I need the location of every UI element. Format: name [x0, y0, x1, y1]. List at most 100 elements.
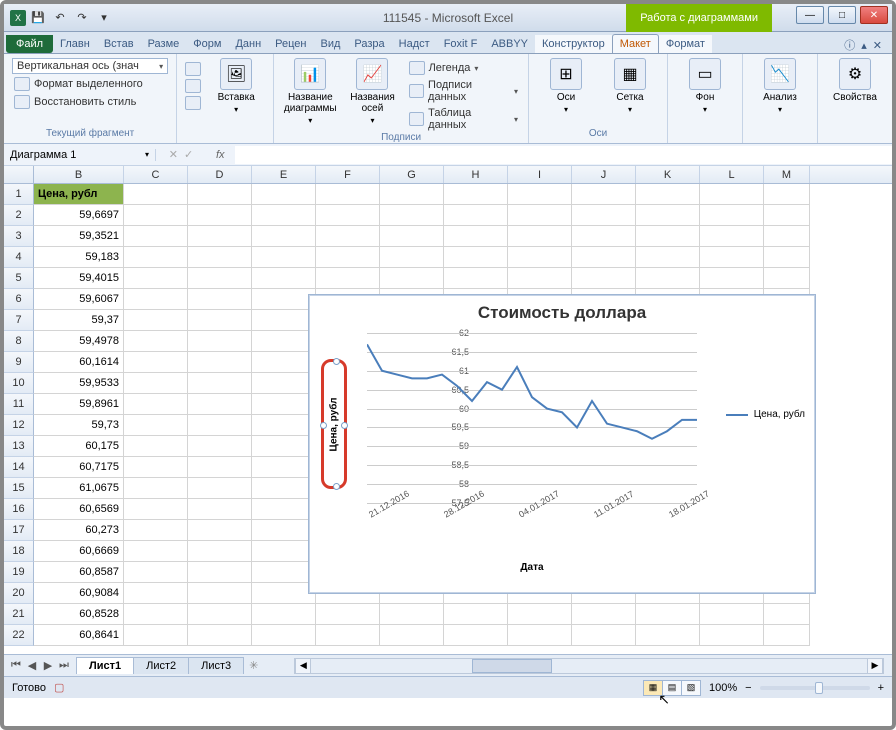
- column-header-B[interactable]: B: [34, 166, 124, 183]
- row-header-7[interactable]: 7: [4, 310, 34, 331]
- cell-B18[interactable]: 60,6669: [34, 541, 124, 562]
- hscroll-thumb[interactable]: [472, 659, 552, 673]
- cell-C15[interactable]: [124, 478, 188, 499]
- cell-G21[interactable]: [380, 604, 444, 625]
- row-header-19[interactable]: 19: [4, 562, 34, 583]
- cell-B21[interactable]: 60,8528: [34, 604, 124, 625]
- new-sheet-icon[interactable]: ✳: [243, 659, 264, 672]
- cell-H1[interactable]: [444, 184, 508, 205]
- cell-F22[interactable]: [316, 625, 380, 646]
- row-header-20[interactable]: 20: [4, 583, 34, 604]
- cell-L3[interactable]: [700, 226, 764, 247]
- cell-I1[interactable]: [508, 184, 572, 205]
- cell-B16[interactable]: 60,6569: [34, 499, 124, 520]
- cell-B2[interactable]: 59,6697: [34, 205, 124, 226]
- cell-D22[interactable]: [188, 625, 252, 646]
- name-box[interactable]: Диаграмма 1▾: [4, 149, 156, 161]
- cell-L5[interactable]: [700, 268, 764, 289]
- cell-I4[interactable]: [508, 247, 572, 268]
- cell-M4[interactable]: [764, 247, 810, 268]
- minimize-ribbon-icon[interactable]: ▴: [861, 39, 867, 52]
- insert-shapes-icon[interactable]: [185, 79, 201, 93]
- cell-C16[interactable]: [124, 499, 188, 520]
- cell-D20[interactable]: [188, 583, 252, 604]
- cell-C17[interactable]: [124, 520, 188, 541]
- select-all-corner[interactable]: [4, 166, 34, 183]
- minimize-button[interactable]: —: [796, 6, 824, 24]
- cell-C13[interactable]: [124, 436, 188, 457]
- gridlines-button[interactable]: ▦Сетка▾: [601, 58, 659, 114]
- cell-D11[interactable]: [188, 394, 252, 415]
- cell-D14[interactable]: [188, 457, 252, 478]
- cell-C11[interactable]: [124, 394, 188, 415]
- cell-E7[interactable]: [252, 310, 316, 331]
- cell-G5[interactable]: [380, 268, 444, 289]
- insert-picture-icon[interactable]: [185, 62, 201, 76]
- cell-I21[interactable]: [508, 604, 572, 625]
- cell-L21[interactable]: [700, 604, 764, 625]
- column-header-C[interactable]: C: [124, 166, 188, 183]
- cancel-formula-icon[interactable]: ✕: [169, 148, 178, 161]
- legend-button[interactable]: Легенда▾: [407, 60, 520, 76]
- cell-H21[interactable]: [444, 604, 508, 625]
- chart-object[interactable]: Стоимость доллара Цена, рубл 6261,56160,…: [308, 294, 816, 594]
- cell-B3[interactable]: 59,3521: [34, 226, 124, 247]
- cell-E2[interactable]: [252, 205, 316, 226]
- cell-C1[interactable]: [124, 184, 188, 205]
- cell-B8[interactable]: 59,4978: [34, 331, 124, 352]
- cell-C4[interactable]: [124, 247, 188, 268]
- cell-C19[interactable]: [124, 562, 188, 583]
- cell-I3[interactable]: [508, 226, 572, 247]
- cell-C12[interactable]: [124, 415, 188, 436]
- cell-C20[interactable]: [124, 583, 188, 604]
- row-header-16[interactable]: 16: [4, 499, 34, 520]
- data-table-button[interactable]: Таблица данных▾: [407, 106, 520, 132]
- tab-chart-layout[interactable]: Макет: [612, 34, 659, 53]
- sheet-tab-2[interactable]: Лист2: [133, 657, 189, 674]
- sheet-nav-prev-icon[interactable]: ◀: [24, 659, 40, 672]
- cell-G3[interactable]: [380, 226, 444, 247]
- sheet-nav-last-icon[interactable]: ⏭: [56, 659, 72, 672]
- cell-F2[interactable]: [316, 205, 380, 226]
- column-header-F[interactable]: F: [316, 166, 380, 183]
- view-normal-icon[interactable]: ▦: [643, 680, 663, 696]
- cell-B13[interactable]: 60,175: [34, 436, 124, 457]
- cell-I2[interactable]: [508, 205, 572, 226]
- cell-F3[interactable]: [316, 226, 380, 247]
- background-button[interactable]: ▭Фон▾: [676, 58, 734, 114]
- row-header-4[interactable]: 4: [4, 247, 34, 268]
- cell-M1[interactable]: [764, 184, 810, 205]
- cell-H5[interactable]: [444, 268, 508, 289]
- tab-chart-format[interactable]: Формат: [659, 35, 712, 53]
- qat-undo-icon[interactable]: ↶: [50, 8, 70, 28]
- cell-M2[interactable]: [764, 205, 810, 226]
- cell-I5[interactable]: [508, 268, 572, 289]
- cell-C5[interactable]: [124, 268, 188, 289]
- cell-C14[interactable]: [124, 457, 188, 478]
- fx-icon[interactable]: fx: [206, 149, 235, 161]
- tab-file[interactable]: Файл: [6, 35, 53, 53]
- tab-page-layout[interactable]: Разме: [141, 35, 187, 53]
- column-header-M[interactable]: M: [764, 166, 810, 183]
- plot-area[interactable]: [367, 333, 697, 503]
- cell-K3[interactable]: [636, 226, 700, 247]
- cell-L2[interactable]: [700, 205, 764, 226]
- cell-M3[interactable]: [764, 226, 810, 247]
- cell-B22[interactable]: 60,8641: [34, 625, 124, 646]
- axes-button[interactable]: ⊞Оси▾: [537, 58, 595, 114]
- cell-D17[interactable]: [188, 520, 252, 541]
- row-header-9[interactable]: 9: [4, 352, 34, 373]
- cell-E5[interactable]: [252, 268, 316, 289]
- cell-B17[interactable]: 60,273: [34, 520, 124, 541]
- cell-C6[interactable]: [124, 289, 188, 310]
- cell-J5[interactable]: [572, 268, 636, 289]
- cell-J3[interactable]: [572, 226, 636, 247]
- cell-M22[interactable]: [764, 625, 810, 646]
- row-header-2[interactable]: 2: [4, 205, 34, 226]
- row-header-1[interactable]: 1: [4, 184, 34, 205]
- cell-E3[interactable]: [252, 226, 316, 247]
- cell-F5[interactable]: [316, 268, 380, 289]
- column-header-L[interactable]: L: [700, 166, 764, 183]
- cell-J22[interactable]: [572, 625, 636, 646]
- view-page-break-icon[interactable]: ▧: [681, 680, 701, 696]
